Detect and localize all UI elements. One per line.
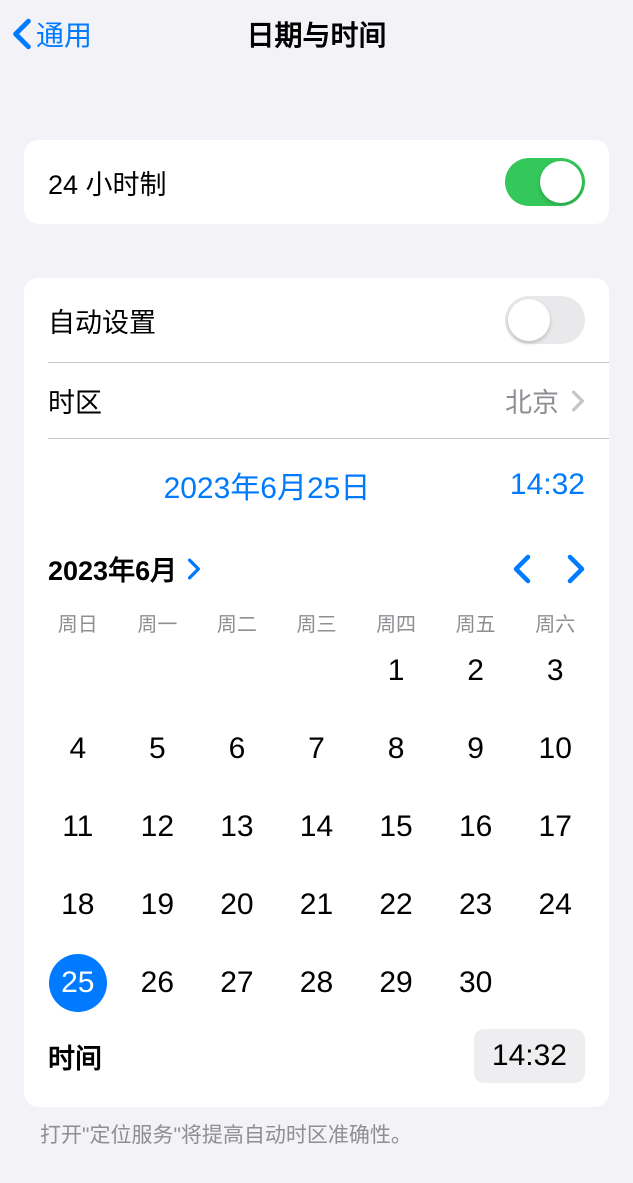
month-label: 2023年6月 [48, 549, 177, 588]
section-datetime: 自动设置 时区 北京 2023年6月25日 14:32 2023年6月 [24, 278, 609, 1107]
next-month-button[interactable] [567, 554, 585, 584]
time-row: 时间 14:32 [24, 1021, 609, 1107]
weekday-label: 周三 [277, 608, 357, 637]
value-timezone: 北京 [505, 381, 585, 420]
time-row-label: 时间 [48, 1037, 102, 1076]
day-cell[interactable]: 12 [118, 797, 198, 857]
day-cell[interactable]: 4 [38, 719, 118, 779]
chevron-right-icon [571, 390, 585, 412]
day-cell[interactable]: 26 [118, 953, 198, 1013]
day-cell[interactable]: 28 [277, 953, 357, 1013]
label-timezone: 时区 [48, 381, 102, 420]
day-cell[interactable]: 16 [436, 797, 516, 857]
day-cell[interactable]: 9 [436, 719, 516, 779]
weekday-label: 周二 [197, 608, 277, 637]
toggle-auto-set[interactable] [505, 296, 585, 344]
row-auto-set: 自动设置 [24, 278, 609, 362]
toggle-knob [508, 299, 550, 341]
day-cell[interactable]: 13 [197, 797, 277, 857]
day-cell[interactable]: 1 [356, 641, 436, 701]
back-button[interactable]: 通用 [12, 14, 92, 54]
label-auto-set: 自动设置 [48, 301, 156, 340]
time-picker[interactable]: 14:32 [474, 1029, 585, 1083]
day-cell[interactable]: 24 [515, 875, 595, 935]
day-cell[interactable]: 22 [356, 875, 436, 935]
weekday-label: 周一 [118, 608, 198, 637]
selected-time[interactable]: 14:32 [486, 468, 585, 502]
row-timezone[interactable]: 时区 北京 [24, 363, 609, 438]
selected-date[interactable]: 2023年6月25日 [48, 463, 486, 507]
chevron-right-icon [187, 558, 201, 580]
day-cell-empty [277, 641, 357, 701]
day-cell[interactable]: 29 [356, 953, 436, 1013]
row-24hour: 24 小时制 [24, 140, 609, 224]
day-cell[interactable]: 3 [515, 641, 595, 701]
weekday-row: 周日周一周二周三周四周五周六 [24, 600, 609, 641]
day-cell[interactable]: 20 [197, 875, 277, 935]
day-cell[interactable]: 15 [356, 797, 436, 857]
day-cell[interactable]: 10 [515, 719, 595, 779]
prev-month-button[interactable] [513, 554, 531, 584]
timezone-text: 北京 [505, 381, 559, 420]
day-cell[interactable]: 27 [197, 953, 277, 1013]
day-cell-empty [197, 641, 277, 701]
label-24hour: 24 小时制 [48, 163, 167, 202]
day-cell[interactable]: 21 [277, 875, 357, 935]
day-cell[interactable]: 5 [118, 719, 198, 779]
day-cell[interactable]: 6 [197, 719, 277, 779]
day-cell[interactable]: 2 [436, 641, 516, 701]
footer-text: 打开"定位服务"将提高自动时区准确性。 [0, 1107, 633, 1161]
calendar-grid: 1234567891011121314151617181920212223242… [24, 641, 609, 1021]
day-cell[interactable]: 11 [38, 797, 118, 857]
month-selector[interactable]: 2023年6月 [48, 549, 201, 588]
day-cell-empty [118, 641, 198, 701]
weekday-label: 周六 [515, 608, 595, 637]
toggle-24hour[interactable] [505, 158, 585, 206]
toggle-knob [540, 161, 582, 203]
weekday-label: 周四 [356, 608, 436, 637]
day-cell[interactable]: 14 [277, 797, 357, 857]
chevron-left-icon [12, 18, 32, 50]
day-cell[interactable]: 23 [436, 875, 516, 935]
header: 通用 日期与时间 [0, 0, 633, 68]
date-time-summary: 2023年6月25日 14:32 [24, 439, 609, 525]
month-nav [513, 554, 585, 584]
weekday-label: 周五 [436, 608, 516, 637]
day-cell[interactable]: 19 [118, 875, 198, 935]
day-cell[interactable]: 17 [515, 797, 595, 857]
day-cell[interactable]: 7 [277, 719, 357, 779]
day-cell[interactable]: 8 [356, 719, 436, 779]
back-label: 通用 [36, 14, 92, 54]
day-cell[interactable]: 18 [38, 875, 118, 935]
day-cell[interactable]: 30 [436, 953, 516, 1013]
section-24hour: 24 小时制 [24, 140, 609, 224]
day-cell[interactable]: 25 [38, 953, 118, 1013]
weekday-label: 周日 [38, 608, 118, 637]
page-title: 日期与时间 [246, 14, 386, 54]
calendar-header: 2023年6月 [24, 525, 609, 600]
day-cell-empty [38, 641, 118, 701]
